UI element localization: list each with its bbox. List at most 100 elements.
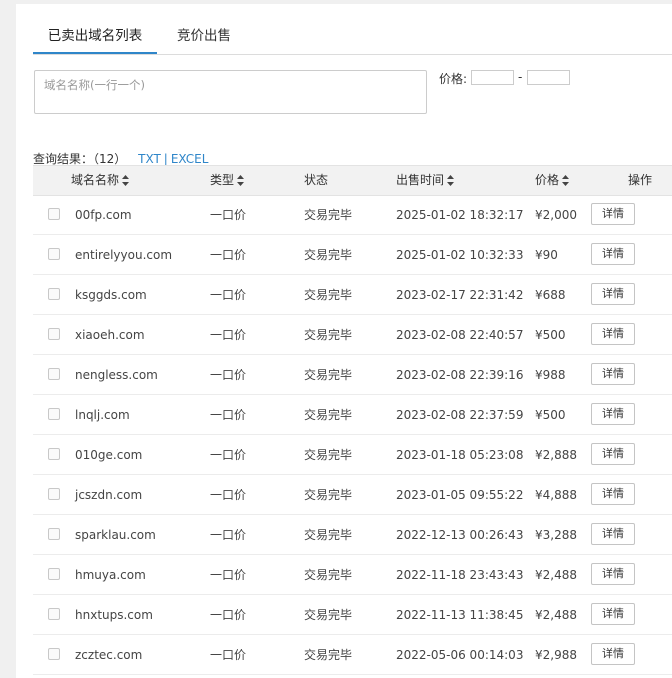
header-domain-label: 域名名称 <box>71 173 120 187</box>
domain-names-input[interactable] <box>34 70 427 114</box>
table-body: 00fp.com 一口价 交易完毕 2025-01-02 18:32:17 ¥2… <box>33 195 672 675</box>
domain-name: 00fp.com <box>75 208 132 222</box>
header-price[interactable]: 价格 <box>535 166 570 195</box>
sort-icon <box>237 175 245 186</box>
price-max-input[interactable] <box>527 70 570 85</box>
price-label: 价格: <box>439 72 468 86</box>
trade-status: 交易完毕 <box>304 648 353 662</box>
domain-name: ksggds.com <box>75 288 147 302</box>
table-row: jcszdn.com 一口价 交易完毕 2023-01-05 09:55:22 … <box>33 475 672 515</box>
sale-type: 一口价 <box>210 488 247 502</box>
tab-sold-domains-list[interactable]: 已卖出域名列表 <box>33 24 157 54</box>
detail-button[interactable]: 详情 <box>591 643 635 665</box>
domain-name: hmuya.com <box>75 568 146 582</box>
header-domain[interactable]: 域名名称 <box>71 166 130 195</box>
results-count: （12） <box>93 152 127 166</box>
header-action-label: 操作 <box>628 173 653 187</box>
sale-price: ¥2,888 <box>535 448 577 462</box>
trade-status: 交易完毕 <box>304 248 353 262</box>
sale-type: 一口价 <box>210 248 247 262</box>
detail-button[interactable]: 详情 <box>591 283 635 305</box>
detail-button[interactable]: 详情 <box>591 323 635 345</box>
header-type-label: 类型 <box>210 173 235 187</box>
sale-price: ¥988 <box>535 368 566 382</box>
row-checkbox[interactable] <box>48 488 60 500</box>
sale-price: ¥4,888 <box>535 488 577 502</box>
sale-time: 2023-02-08 22:37:59 <box>396 408 524 422</box>
sale-type: 一口价 <box>210 528 247 542</box>
domain-name: hnxtups.com <box>75 608 153 622</box>
detail-button[interactable]: 详情 <box>591 203 635 225</box>
sale-price: ¥90 <box>535 248 558 262</box>
table-row: 00fp.com 一口价 交易完毕 2025-01-02 18:32:17 ¥2… <box>33 195 672 235</box>
row-checkbox[interactable] <box>48 448 60 460</box>
table-row: hnxtups.com 一口价 交易完毕 2022-11-13 11:38:45… <box>33 595 672 635</box>
header-action: 操作 <box>628 166 652 195</box>
row-checkbox[interactable] <box>48 368 60 380</box>
trade-status: 交易完毕 <box>304 208 353 222</box>
detail-button[interactable]: 详情 <box>591 523 635 545</box>
header-status-label: 状态 <box>304 173 329 187</box>
sort-icon <box>562 175 570 186</box>
sale-time: 2022-05-06 00:14:03 <box>396 648 524 662</box>
price-separator: - <box>518 70 523 84</box>
sale-time: 2023-02-08 22:40:57 <box>396 328 524 342</box>
domain-name: nengless.com <box>75 368 158 382</box>
row-checkbox[interactable] <box>48 648 60 660</box>
sale-type: 一口价 <box>210 208 247 222</box>
header-price-label: 价格 <box>535 173 560 187</box>
row-checkbox[interactable] <box>48 408 60 420</box>
table-row: sparklau.com 一口价 交易完毕 2022-12-13 00:26:4… <box>33 515 672 555</box>
sale-price: ¥688 <box>535 288 566 302</box>
detail-button[interactable]: 详情 <box>591 363 635 385</box>
row-checkbox[interactable] <box>48 328 60 340</box>
row-checkbox[interactable] <box>48 208 60 220</box>
tab-bar: 已卖出域名列表 竞价出售 <box>33 24 672 55</box>
sale-time: 2025-01-02 18:32:17 <box>396 208 524 222</box>
sale-price: ¥500 <box>535 408 566 422</box>
trade-status: 交易完毕 <box>304 408 353 422</box>
sale-time: 2023-01-18 05:23:08 <box>396 448 524 462</box>
detail-button[interactable]: 详情 <box>591 243 635 265</box>
domain-name: jcszdn.com <box>75 488 143 502</box>
table-row: nengless.com 一口价 交易完毕 2023-02-08 22:39:1… <box>33 355 672 395</box>
sort-icon <box>122 175 130 186</box>
trade-status: 交易完毕 <box>304 368 353 382</box>
sale-type: 一口价 <box>210 568 247 582</box>
domain-name: zcztec.com <box>75 648 143 662</box>
table-row: entirelyyou.com 一口价 交易完毕 2025-01-02 10:3… <box>33 235 672 275</box>
detail-button[interactable]: 详情 <box>591 483 635 505</box>
detail-button[interactable]: 详情 <box>591 403 635 425</box>
header-sale-time[interactable]: 出售时间 <box>396 166 455 195</box>
table-row: 010ge.com 一口价 交易完毕 2023-01-18 05:23:08 ¥… <box>33 435 672 475</box>
export-txt-link[interactable]: TXT <box>138 152 161 166</box>
sale-price: ¥2,000 <box>535 208 577 222</box>
detail-button[interactable]: 详情 <box>591 603 635 625</box>
sale-time: 2022-11-18 23:43:43 <box>396 568 524 582</box>
row-checkbox[interactable] <box>48 248 60 260</box>
row-checkbox[interactable] <box>48 528 60 540</box>
export-separator: | <box>163 152 168 166</box>
domain-name: 010ge.com <box>75 448 143 462</box>
price-min-input[interactable] <box>471 70 514 85</box>
sale-type: 一口价 <box>210 328 247 342</box>
trade-status: 交易完毕 <box>304 448 353 462</box>
table-header: 域名名称 类型 状态 出售时间 价格 操作 <box>33 165 672 196</box>
detail-button[interactable]: 详情 <box>591 443 635 465</box>
row-checkbox[interactable] <box>48 568 60 580</box>
header-type[interactable]: 类型 <box>210 166 245 195</box>
header-time-label: 出售时间 <box>396 173 445 187</box>
row-checkbox[interactable] <box>48 608 60 620</box>
sale-price: ¥3,288 <box>535 528 577 542</box>
row-checkbox[interactable] <box>48 288 60 300</box>
detail-button[interactable]: 详情 <box>591 563 635 585</box>
sale-type: 一口价 <box>210 648 247 662</box>
sale-time: 2023-01-05 09:55:22 <box>396 488 524 502</box>
tab-auction-sale[interactable]: 竞价出售 <box>175 24 233 52</box>
table-row: ksggds.com 一口价 交易完毕 2023-02-17 22:31:42 … <box>33 275 672 315</box>
export-excel-link[interactable]: EXCEL <box>171 152 209 166</box>
sort-icon <box>447 175 455 186</box>
table-row: zcztec.com 一口价 交易完毕 2022-05-06 00:14:03 … <box>33 635 672 675</box>
domain-name: lnqlj.com <box>75 408 130 422</box>
sale-time: 2023-02-17 22:31:42 <box>396 288 524 302</box>
